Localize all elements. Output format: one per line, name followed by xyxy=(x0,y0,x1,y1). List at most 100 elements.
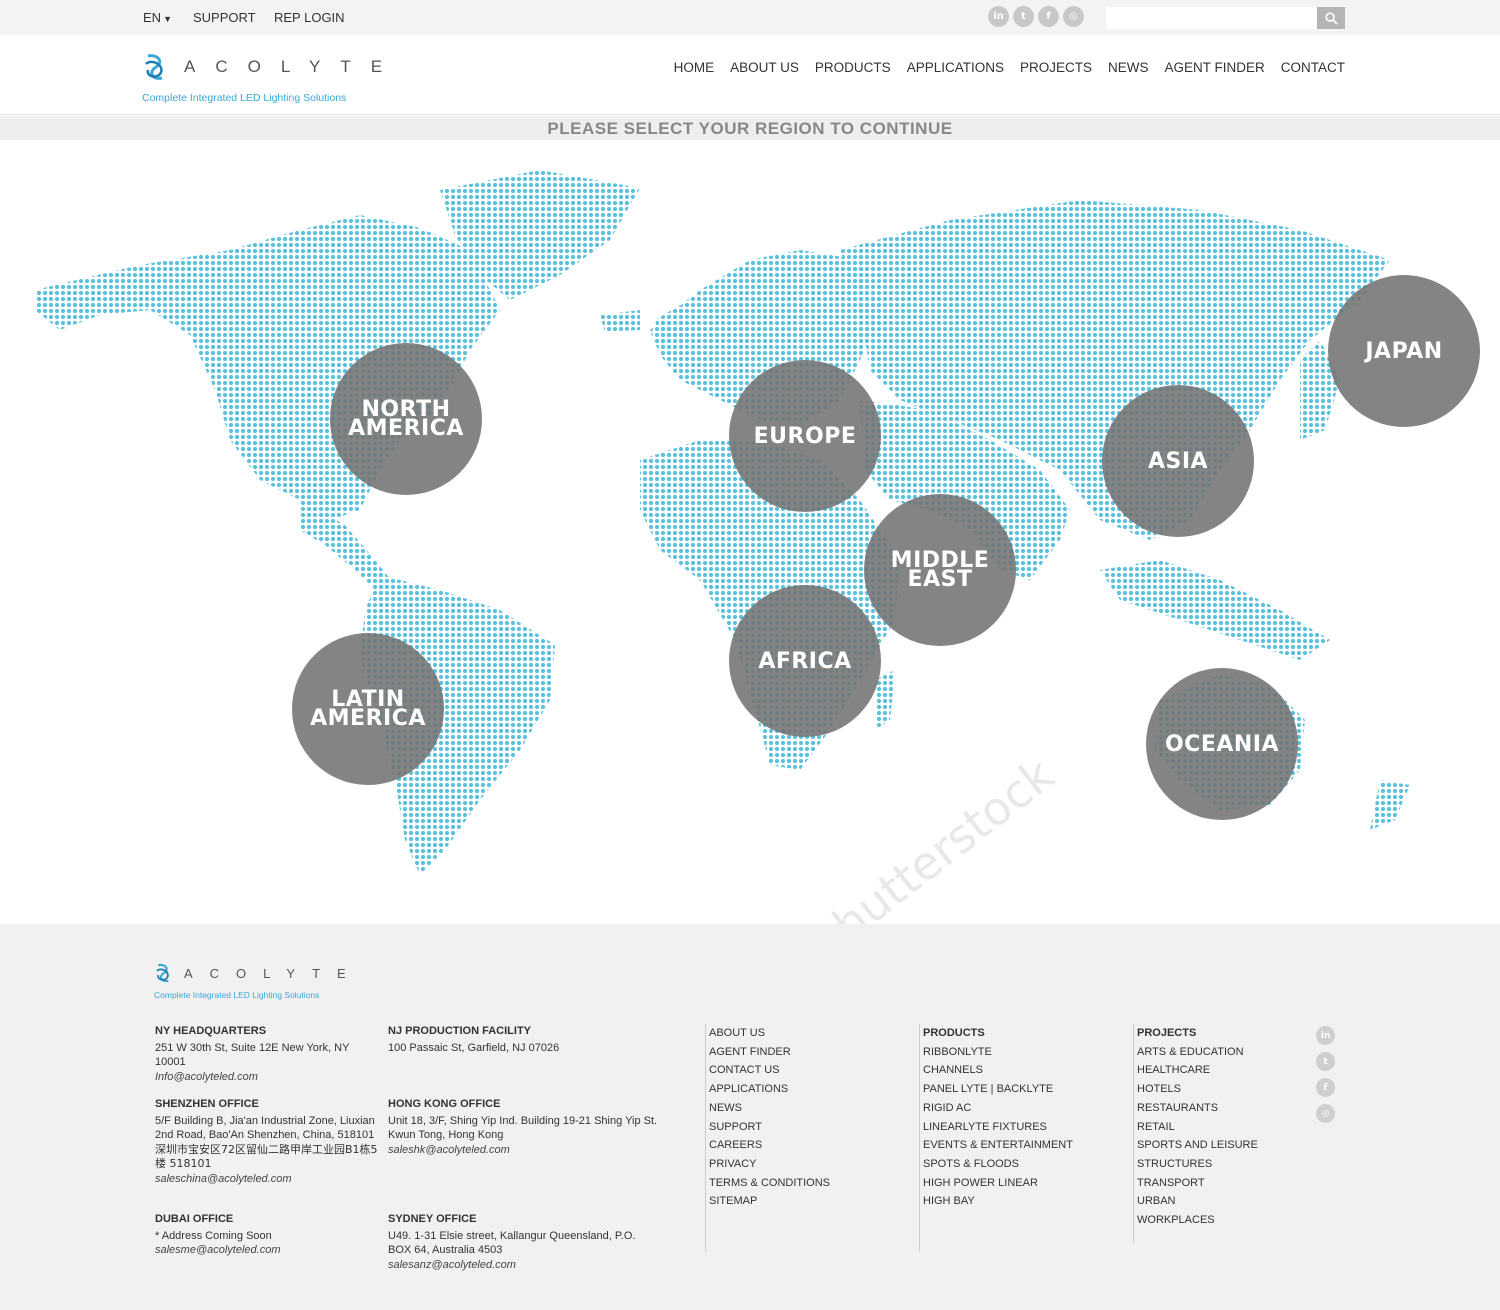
footer-link[interactable]: SPOTS & FLOODS xyxy=(923,1155,1073,1174)
office-email[interactable]: salesme@acolyteled.com xyxy=(155,1243,380,1258)
rep-login-link[interactable]: REP LOGIN xyxy=(274,10,345,25)
footer-link[interactable]: LINEARLYTE FIXTURES xyxy=(923,1118,1073,1137)
office-title: NY HEADQUARTERS xyxy=(155,1025,267,1037)
footer-link[interactable]: HOTELS xyxy=(1137,1080,1258,1099)
footer-link[interactable]: RIGID AC xyxy=(923,1099,1073,1118)
language-selector[interactable]: EN ▼ xyxy=(143,10,172,25)
footer-link[interactable]: ABOUT US xyxy=(709,1024,830,1043)
region-label: AFRICA xyxy=(758,648,852,674)
search-icon xyxy=(1324,11,1338,25)
twitter-icon[interactable]: t xyxy=(1316,1052,1335,1071)
footer-link[interactable]: CHANNELS xyxy=(923,1061,1073,1080)
office-shenzhen: SHENZHEN OFFICE 5/F Building B, Jia'an I… xyxy=(155,1097,380,1186)
region-label: LATIN AMERICA xyxy=(310,687,426,731)
footer-link[interactable]: PRIVACY xyxy=(709,1155,830,1174)
footer-link[interactable]: HIGH POWER LINEAR xyxy=(923,1174,1073,1193)
social-links-footer: in t f ◎ xyxy=(1316,1026,1335,1123)
office-title: HONG KONG OFFICE xyxy=(388,1098,501,1110)
footer-link[interactable]: EVENTS & ENTERTAINMENT xyxy=(923,1136,1073,1155)
linkedin-icon[interactable]: in xyxy=(1316,1026,1335,1045)
facebook-icon[interactable]: f xyxy=(1038,6,1059,27)
office-ny: NY HEADQUARTERS 251 W 30th St, Suite 12E… xyxy=(155,1024,380,1084)
nav-home[interactable]: HOME xyxy=(674,60,715,75)
office-title: SHENZHEN OFFICE xyxy=(155,1098,259,1110)
nav-agent-finder[interactable]: AGENT FINDER xyxy=(1164,60,1264,75)
nav-about-us[interactable]: ABOUT US xyxy=(730,60,799,75)
footer-link[interactable]: WORKPLACES xyxy=(1137,1211,1258,1230)
instagram-icon[interactable]: ◎ xyxy=(1063,6,1084,27)
office-address: U49. 1-31 Elsie street, Kallangur Queens… xyxy=(388,1229,636,1257)
office-title: SYDNEY OFFICE xyxy=(388,1213,477,1225)
office-email[interactable]: Info@acolyteled.com xyxy=(155,1070,380,1085)
region-label: OCEANIA xyxy=(1164,731,1280,757)
footer-link[interactable]: TRANSPORT xyxy=(1137,1174,1258,1193)
footer-link[interactable]: CONTACT US xyxy=(709,1061,830,1080)
world-map-dots xyxy=(35,170,1410,875)
footer-link[interactable]: APPLICATIONS xyxy=(709,1080,830,1099)
region-label: JAPAN xyxy=(1365,338,1443,364)
region-asia[interactable]: ASIA xyxy=(1102,385,1254,537)
search-input[interactable] xyxy=(1106,7,1317,29)
logo-tagline: Complete Integrated LED Lighting Solutio… xyxy=(154,990,320,1000)
footer-links-company: ABOUT US AGENT FINDER CONTACT US APPLICA… xyxy=(705,1024,830,1252)
footer-link[interactable]: RESTAURANTS xyxy=(1137,1099,1258,1118)
region-label: MIDDLE EAST xyxy=(890,548,990,592)
footer-link[interactable]: NEWS xyxy=(709,1099,830,1118)
caret-down-icon: ▼ xyxy=(163,14,172,24)
footer-link[interactable]: SUPPORT xyxy=(709,1118,830,1137)
footer-link[interactable]: SITEMAP xyxy=(709,1192,830,1211)
social-links-top: in t f ◎ xyxy=(988,6,1084,27)
office-address-chinese: 深圳市宝安区72区留仙二路甲岸工业园B1栋5楼 518101 xyxy=(155,1142,378,1171)
footer-link[interactable]: RIBBONLYTE xyxy=(923,1043,1073,1062)
nav-news[interactable]: NEWS xyxy=(1108,60,1149,75)
footer-link[interactable]: SPORTS AND LEISURE xyxy=(1137,1136,1258,1155)
region-japan[interactable]: JAPAN xyxy=(1328,275,1480,427)
facebook-icon[interactable]: f xyxy=(1316,1078,1335,1097)
office-email[interactable]: saleschina@acolyteled.com xyxy=(155,1172,380,1187)
office-sydney: SYDNEY OFFICE U49. 1-31 Elsie street, Ka… xyxy=(388,1212,658,1272)
footer-link[interactable]: STRUCTURES xyxy=(1137,1155,1258,1174)
office-dubai: DUBAI OFFICE * Address Coming Soon sales… xyxy=(155,1212,380,1258)
logo-wordmark: ACOLYTE xyxy=(184,965,363,981)
region-title-bar: PLEASE SELECT YOUR REGION TO CONTINUE xyxy=(0,116,1500,140)
office-address: 251 W 30th St, Suite 12E New York, NY 10… xyxy=(155,1041,350,1069)
region-north-america[interactable]: NORTH AMERICA xyxy=(330,343,482,495)
twitter-icon[interactable]: t xyxy=(1013,6,1034,27)
footer-link[interactable]: CAREERS xyxy=(709,1136,830,1155)
footer-logo[interactable]: ACOLYTE Complete Integrated LED Lighting… xyxy=(154,962,363,1000)
footer-link[interactable]: TERMS & CONDITIONS xyxy=(709,1174,830,1193)
region-label: ASIA xyxy=(1147,448,1209,474)
region-latin-america[interactable]: LATIN AMERICA xyxy=(292,633,444,785)
nav-contact[interactable]: CONTACT xyxy=(1281,60,1345,75)
footer-link[interactable]: HEALTHCARE xyxy=(1137,1061,1258,1080)
footer-link[interactable]: ARTS & EDUCATION xyxy=(1137,1043,1258,1062)
region-oceania[interactable]: OCEANIA xyxy=(1146,668,1298,820)
footer-link[interactable]: PANEL LYTE | BACKLYTE xyxy=(923,1080,1073,1099)
region-label: NORTH AMERICA xyxy=(348,397,464,441)
region-europe[interactable]: EUROPE xyxy=(729,360,881,512)
logo-mark-icon xyxy=(145,54,163,80)
footer-link[interactable]: RETAIL xyxy=(1137,1118,1258,1137)
footer-link[interactable]: URBAN xyxy=(1137,1192,1258,1211)
region-title: PLEASE SELECT YOUR REGION TO CONTINUE xyxy=(547,119,953,138)
office-email[interactable]: salesanz@acolyteled.com xyxy=(388,1258,658,1273)
language-label: EN xyxy=(143,10,162,25)
search-button[interactable] xyxy=(1317,7,1345,29)
office-email[interactable]: saleshk@acolyteled.com xyxy=(388,1143,658,1158)
instagram-icon[interactable]: ◎ xyxy=(1316,1104,1335,1123)
footer-links-projects: PROJECTS ARTS & EDUCATION HEALTHCARE HOT… xyxy=(1133,1024,1258,1244)
region-middle-east[interactable]: MIDDLE EAST xyxy=(864,494,1016,646)
nav-applications[interactable]: APPLICATIONS xyxy=(907,60,1004,75)
logo-wordmark: ACOLYTE xyxy=(184,57,403,76)
support-link[interactable]: SUPPORT xyxy=(193,10,256,25)
footer-products-heading[interactable]: PRODUCTS xyxy=(923,1024,1073,1043)
footer-link[interactable]: AGENT FINDER xyxy=(709,1043,830,1062)
region-africa[interactable]: AFRICA xyxy=(729,585,881,737)
footer-link[interactable]: HIGH BAY xyxy=(923,1192,1073,1211)
linkedin-icon[interactable]: in xyxy=(988,6,1009,27)
nav-products[interactable]: PRODUCTS xyxy=(815,60,891,75)
acolyte-logo[interactable]: ACOLYTE Complete Integrated LED Lighting… xyxy=(142,52,402,104)
footer-projects-heading[interactable]: PROJECTS xyxy=(1137,1024,1258,1043)
nav-projects[interactable]: PROJECTS xyxy=(1020,60,1092,75)
world-map: shutterstock NORTH AMERICA EUROPE ASIA J… xyxy=(0,140,1500,924)
